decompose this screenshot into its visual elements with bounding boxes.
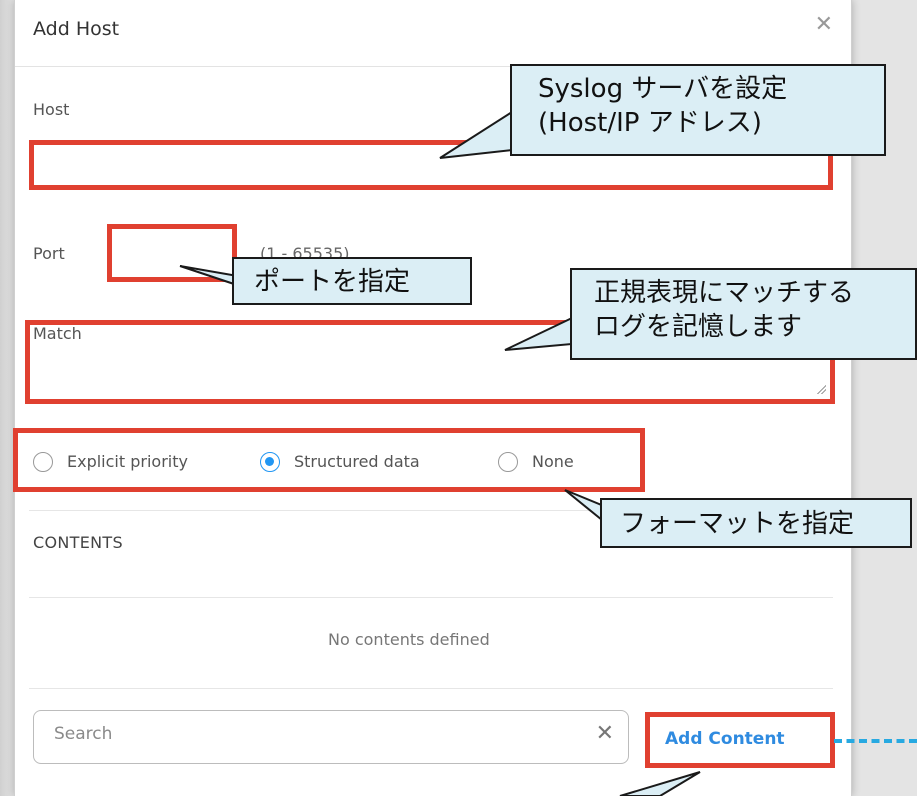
radio-structured-data[interactable] <box>260 452 280 472</box>
host-label: Host <box>33 100 70 119</box>
format-callout: フォーマットを指定 <box>600 498 912 548</box>
search-box: ✕ <box>33 710 629 764</box>
host-callout-line2: (Host/IP アドレス) <box>538 108 762 138</box>
dialog-header: Add Host ✕ <box>15 0 851 67</box>
radio-none[interactable] <box>498 452 518 472</box>
clear-search-icon[interactable]: ✕ <box>596 721 614 746</box>
add-content-button[interactable]: Add Content <box>665 729 785 749</box>
match-callout-line2: ログを記憶します <box>594 312 803 342</box>
host-callout-line1: Syslog サーバを設定 <box>538 74 788 104</box>
match-callout-line1: 正規表現にマッチする <box>594 278 855 308</box>
port-callout-text: ポートを指定 <box>254 267 411 297</box>
close-icon[interactable]: ✕ <box>815 12 833 37</box>
format-callout-text: フォーマットを指定 <box>620 509 855 539</box>
connector-line <box>834 739 917 743</box>
radio-label-explicit-priority: Explicit priority <box>67 452 188 471</box>
dialog-title: Add Host <box>33 18 120 40</box>
divider <box>29 597 833 598</box>
radio-label-none: None <box>532 452 574 471</box>
match-callout: 正規表現にマッチする ログを記憶します <box>570 268 917 360</box>
divider <box>29 688 833 689</box>
resize-handle[interactable] <box>816 384 826 394</box>
port-label: Port <box>33 244 65 263</box>
port-callout: ポートを指定 <box>232 257 472 305</box>
radio-explicit-priority[interactable] <box>33 452 53 472</box>
port-input[interactable] <box>117 232 231 276</box>
contents-empty-message: No contents defined <box>328 630 490 649</box>
contents-section-title: CONTENTS <box>33 533 123 552</box>
host-callout: Syslog サーバを設定 (Host/IP アドレス) <box>510 64 886 156</box>
radio-label-structured-data: Structured data <box>294 452 420 471</box>
search-input[interactable] <box>52 723 536 745</box>
